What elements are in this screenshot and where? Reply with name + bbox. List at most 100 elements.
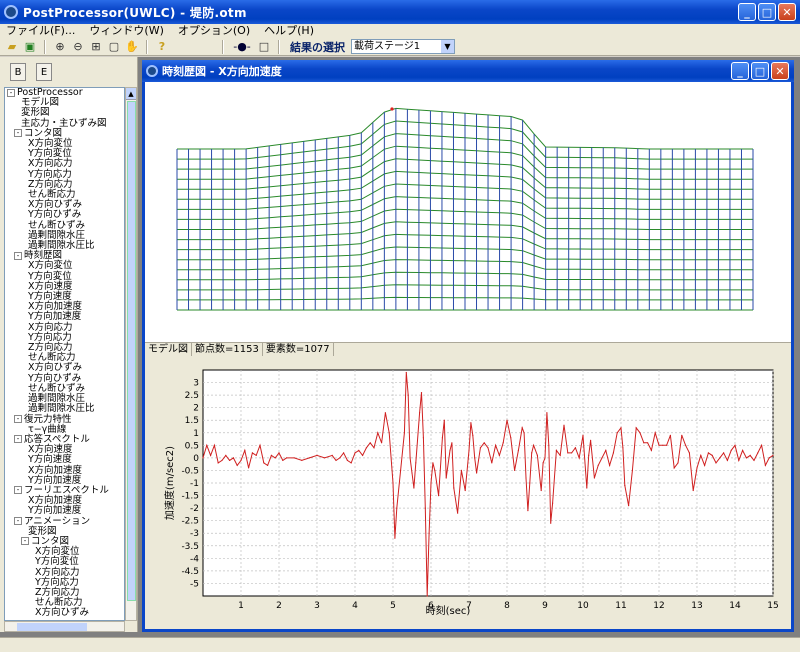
data-point (445, 477, 447, 479)
zoom-out-icon[interactable]: ⊖ (70, 39, 86, 55)
minimize-button[interactable]: _ (738, 3, 756, 21)
data-point (544, 457, 546, 459)
data-point (753, 459, 755, 461)
data-point (531, 452, 533, 454)
chevron-down-icon[interactable]: ▼ (441, 40, 454, 53)
help-icon[interactable]: ? (154, 39, 170, 55)
export-icon[interactable]: ▣ (22, 39, 38, 55)
data-point (502, 442, 504, 444)
stage-combo[interactable]: 載荷ステージ1 ▼ (351, 39, 455, 54)
mesh-view[interactable] (145, 82, 791, 342)
tree-expander-icon[interactable]: - (14, 435, 22, 444)
tree-expander-icon[interactable]: - (14, 251, 22, 260)
data-point (692, 489, 694, 492)
child-title: 時刻歴図 - X方向加速度 (162, 65, 282, 78)
tree-item[interactable]: X方向ひずみ (5, 608, 124, 618)
tree-item[interactable]: 主応力・主ひずみ図 (5, 118, 124, 129)
data-point (362, 454, 364, 456)
app-title: PostProcessor(UWLC) - 堤防.otm (23, 5, 247, 20)
data-point (282, 459, 284, 461)
data-point (506, 419, 508, 421)
fit-view-icon[interactable]: ⊞ (88, 39, 104, 55)
element-frame-icon[interactable]: □ (256, 39, 272, 55)
data-point (738, 459, 740, 461)
tree-tool-b-icon[interactable]: E (36, 63, 52, 81)
data-point (650, 449, 652, 451)
maximize-button[interactable]: □ (758, 3, 776, 21)
tree-horizontal-scrollbar[interactable] (4, 621, 125, 632)
tree-tool-a-icon[interactable]: B (10, 63, 26, 81)
tree-item[interactable]: - アニメーション (5, 516, 124, 527)
data-point (377, 432, 379, 434)
data-point (381, 442, 383, 444)
menu-file[interactable]: ファイル(F)... (6, 24, 75, 38)
data-point (514, 469, 516, 471)
data-point (647, 442, 649, 444)
scroll-up-icon[interactable]: ▲ (126, 88, 136, 100)
tree-expander-icon[interactable]: - (7, 88, 15, 97)
y-tick-label: -4.5 (181, 567, 199, 577)
data-point (550, 522, 552, 524)
data-point (529, 482, 531, 484)
tree-expander-icon[interactable]: - (14, 486, 22, 495)
zoom-window-icon[interactable]: ▢ (106, 39, 122, 55)
data-point (772, 454, 774, 456)
x-tick-label: 9 (542, 601, 548, 611)
node-marker-icon[interactable]: -●- (230, 39, 254, 55)
tree-expander-icon[interactable]: - (21, 537, 29, 546)
open-folder-icon[interactable]: ▰ (4, 39, 20, 55)
child-minimize-button[interactable]: _ (731, 62, 749, 80)
tree-item[interactable]: 過剰間隙水圧比 (5, 240, 124, 251)
data-point (685, 444, 687, 446)
child-titlebar[interactable]: 時刻歴図 - X方向加速度 _ □ ✕ (142, 60, 794, 82)
data-point (624, 484, 626, 487)
navigation-tree[interactable]: - PostProcessor モデル図 変形図 主応力・主ひずみ図 - コンタ図 X方向変位… (4, 87, 125, 621)
data-point (331, 454, 333, 456)
child-close-button[interactable]: ✕ (771, 62, 789, 80)
data-point (453, 487, 455, 489)
close-button[interactable]: ✕ (778, 3, 796, 21)
data-point (460, 469, 462, 471)
data-point (666, 444, 668, 446)
data-point (286, 457, 288, 459)
data-point (704, 464, 706, 466)
data-point (734, 444, 736, 446)
tree-vertical-scrollbar[interactable]: ▲ (125, 87, 137, 621)
menu-window[interactable]: ウィンドウ(W) (89, 24, 163, 38)
data-point (588, 454, 590, 456)
menu-help[interactable]: ヘルプ(H) (264, 24, 314, 38)
data-point (548, 444, 550, 446)
data-point (764, 464, 767, 466)
y-tick-label: 2.5 (185, 391, 199, 401)
child-maximize-button[interactable]: □ (751, 62, 769, 80)
data-point (540, 489, 542, 492)
data-point (202, 457, 204, 459)
y-tick-label: -4 (190, 554, 199, 564)
menu-options[interactable]: オプション(O) (178, 24, 250, 38)
tree-expander-icon[interactable]: - (14, 517, 22, 526)
app-titlebar[interactable]: PostProcessor(UWLC) - 堤防.otm _ □ ✕ (0, 0, 800, 24)
data-point (244, 449, 246, 451)
zoom-in-icon[interactable]: ⊕ (52, 39, 68, 55)
data-point (673, 467, 675, 469)
data-point (757, 452, 759, 454)
tree-expander-icon[interactable]: - (14, 129, 22, 138)
data-point (491, 462, 493, 464)
chart-area: 1 2 3 4 5 6 7 8 9 10 11 12 13 14 15 3 2.5 2 1.5 1 0.5 0 -0.5 -1… (145, 356, 791, 629)
tree-item-label: X方向ひずみ (35, 607, 90, 619)
data-point (715, 462, 717, 464)
data-point (229, 459, 231, 461)
data-point (422, 437, 424, 439)
child-statusbar: モデル図 節点数=1153 要素数=1077 (145, 342, 791, 356)
data-point (476, 472, 478, 474)
tree-expander-icon[interactable]: - (14, 415, 22, 423)
data-point (210, 454, 212, 456)
data-point (301, 459, 303, 461)
pan-hand-icon[interactable]: ✋ (124, 39, 140, 55)
data-point (578, 457, 580, 459)
data-point (394, 537, 396, 539)
data-point (308, 457, 310, 459)
data-point (681, 434, 683, 436)
data-point (628, 505, 630, 507)
data-point (400, 469, 402, 471)
